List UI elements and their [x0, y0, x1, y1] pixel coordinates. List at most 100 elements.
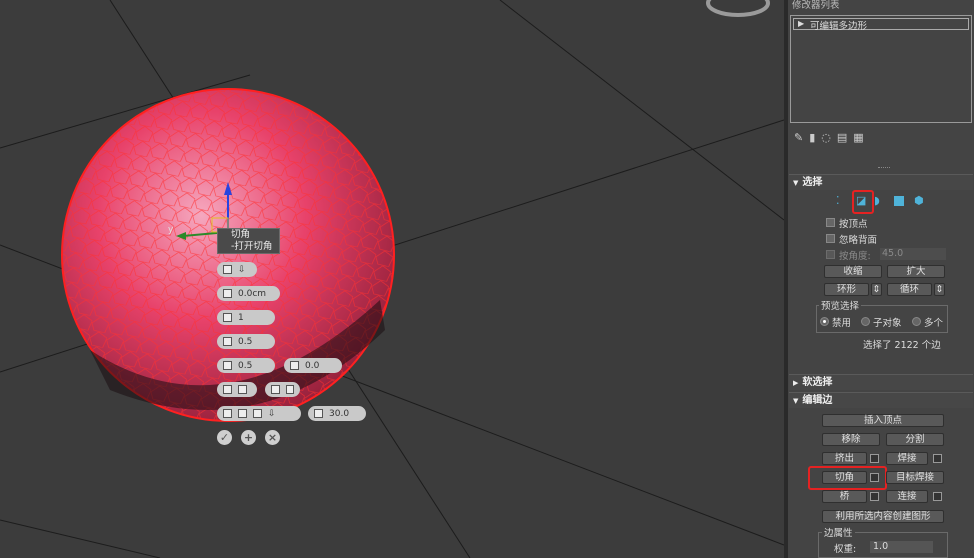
loop-spinner[interactable]: ⇕	[934, 283, 945, 296]
configure-icon[interactable]: ▦	[853, 131, 869, 144]
perspective-viewport[interactable]: y 切角 -打开切角 ⇩ 0.0cm 1 0.5 0.5 0.0 ⇩ 30.0 …	[0, 0, 784, 558]
remove-button[interactable]: 移除	[822, 433, 880, 446]
caddy-radial-bias-toggle[interactable]	[265, 382, 300, 397]
weld-settings-button[interactable]	[933, 454, 942, 463]
preview-off-radio[interactable]	[820, 317, 829, 326]
by-angle-checkbox[interactable]	[826, 250, 835, 259]
show-end-icon[interactable]: ▮	[809, 131, 821, 144]
caddy-ok-button[interactable]: ✓	[217, 430, 232, 445]
soft-selection-rollout-header[interactable]: ▶ 软选择	[789, 374, 973, 390]
segments-value: 1	[238, 312, 244, 323]
angle-value: 30.0	[329, 408, 350, 419]
caddy-chamfer-type[interactable]: ⇩	[217, 262, 257, 277]
weight-label: 权重:	[834, 544, 857, 555]
tooltip-subtitle: -打开切角	[231, 241, 273, 252]
trash-icon[interactable]: ▤	[837, 131, 853, 144]
bridge-button[interactable]: 桥	[822, 490, 867, 503]
grid-icon	[223, 385, 232, 394]
caddy-end-bias-toggle[interactable]	[217, 382, 257, 397]
amount-icon	[223, 289, 232, 298]
angle-icon	[314, 409, 323, 418]
stack-toolbar[interactable]: ✎▮◌▤▦	[794, 131, 870, 144]
chevron-icon: ⇩	[268, 408, 276, 419]
border-icon[interactable]: ◗	[874, 194, 880, 207]
preview-multi-label: 多个	[924, 318, 944, 329]
extrude-settings-button[interactable]	[870, 454, 879, 463]
stack-item[interactable]: ▶ 可编辑多边形	[793, 18, 969, 32]
viewcube-icon	[706, 0, 770, 17]
ignore-backfacing-checkbox[interactable]	[826, 234, 835, 243]
selection-title: 选择	[802, 177, 823, 188]
caddy-segments-field[interactable]: 1	[217, 310, 275, 325]
vertex-icon[interactable]: ⁚	[836, 194, 840, 207]
shade-icon	[238, 409, 247, 418]
ring-spinner[interactable]: ⇕	[871, 283, 882, 296]
polygon-icon[interactable]	[894, 196, 904, 206]
amount-value: 0.0cm	[238, 288, 267, 299]
chamfer-tooltip: 切角 -打开切角	[217, 228, 280, 254]
loop-button[interactable]: 循环	[887, 283, 932, 296]
edit-edges-rollout-header[interactable]: ▼ 编辑边	[789, 392, 973, 408]
grow-button[interactable]: 扩大	[887, 265, 945, 278]
unique-icon[interactable]: ◌	[821, 131, 837, 144]
weld-button[interactable]: 焊接	[886, 452, 928, 465]
selection-rollout-header[interactable]: ▼ 选择	[789, 174, 973, 190]
extrude-button[interactable]: 挤出	[822, 452, 867, 465]
split-button[interactable]: 分割	[886, 433, 944, 446]
modifier-list-label: 修改器列表	[792, 0, 840, 11]
insert-vertex-button[interactable]: 插入顶点	[822, 414, 944, 427]
smooth-icon	[223, 409, 232, 418]
by-angle-label: 按角度:	[839, 251, 871, 262]
box-icon	[285, 385, 294, 394]
expand-icon: ▶	[793, 379, 799, 387]
edge-properties-title: 边属性	[822, 525, 855, 539]
weight-spinner[interactable]: 1.0	[870, 541, 933, 553]
box-icon	[238, 385, 247, 394]
tension-icon	[223, 337, 232, 346]
collapse-icon: ▼	[793, 397, 799, 405]
by-angle-spinner[interactable]: 45.0	[880, 248, 946, 260]
caddy-apply-button[interactable]: +	[241, 430, 256, 445]
edit-edges-title: 编辑边	[802, 395, 833, 406]
preview-subobject-radio[interactable]	[861, 317, 870, 326]
viewport-canvas: y	[0, 0, 784, 558]
by-vertex-checkbox[interactable]	[826, 218, 835, 227]
caddy-angle-field[interactable]: 30.0	[308, 406, 366, 421]
create-shape-button[interactable]: 利用所选内容创建图形	[822, 510, 944, 523]
chevron-icon: ⇩	[238, 264, 246, 275]
expand-arrow-icon[interactable]: ▶	[798, 19, 804, 28]
cube-icon	[253, 409, 262, 418]
preview-selection-title: 预览选择	[819, 298, 862, 312]
pin-icon[interactable]: ✎	[794, 131, 809, 144]
target-weld-button[interactable]: 目标焊接	[886, 471, 944, 484]
depth-icon	[223, 361, 232, 370]
caddy-tension-field[interactable]: 0.5	[217, 334, 275, 349]
depth-value: 0.5	[238, 360, 253, 371]
selection-status: 选择了 2122 个边	[863, 340, 941, 351]
element-icon[interactable]: ⬢	[914, 194, 924, 207]
bridge-settings-button[interactable]	[870, 492, 879, 501]
connect-button[interactable]: 连接	[886, 490, 928, 503]
caddy-options-row[interactable]: ⇩	[217, 406, 301, 421]
gizmo-y-label: y	[168, 225, 174, 235]
tooltip-title: 切角	[231, 229, 251, 240]
chamfer-highlight-box	[808, 466, 887, 490]
caddy-cancel-button[interactable]: ×	[265, 430, 280, 445]
shrink-button[interactable]: 收缩	[824, 265, 882, 278]
preview-subobject-label: 子对象	[873, 318, 902, 329]
drag-handle[interactable]	[878, 167, 890, 170]
connect-settings-button[interactable]	[933, 492, 942, 501]
caddy-amount-field[interactable]: 0.0cm	[217, 286, 280, 301]
tension-value: 0.5	[238, 336, 253, 347]
caddy-depth2-field[interactable]: 0.0	[284, 358, 342, 373]
modifier-stack[interactable]: ▶ 可编辑多边形	[790, 15, 972, 123]
preview-off-label: 禁用	[832, 318, 852, 329]
ignore-backfacing-label: 忽略背面	[839, 235, 878, 246]
stack-item-label: 可编辑多边形	[810, 21, 868, 32]
soft-selection-title: 软选择	[802, 377, 833, 388]
ring-button[interactable]: 环形	[824, 283, 869, 296]
caddy-depth-field[interactable]: 0.5	[217, 358, 275, 373]
preview-multi-radio[interactable]	[912, 317, 921, 326]
modify-panel: 修改器列表 ▶ 可编辑多边形 ✎▮◌▤▦ ▼ 选择 ⁚ ◪ ◗ ⬢ 按顶点 忽略背…	[788, 0, 974, 558]
by-vertex-label: 按顶点	[839, 219, 868, 230]
